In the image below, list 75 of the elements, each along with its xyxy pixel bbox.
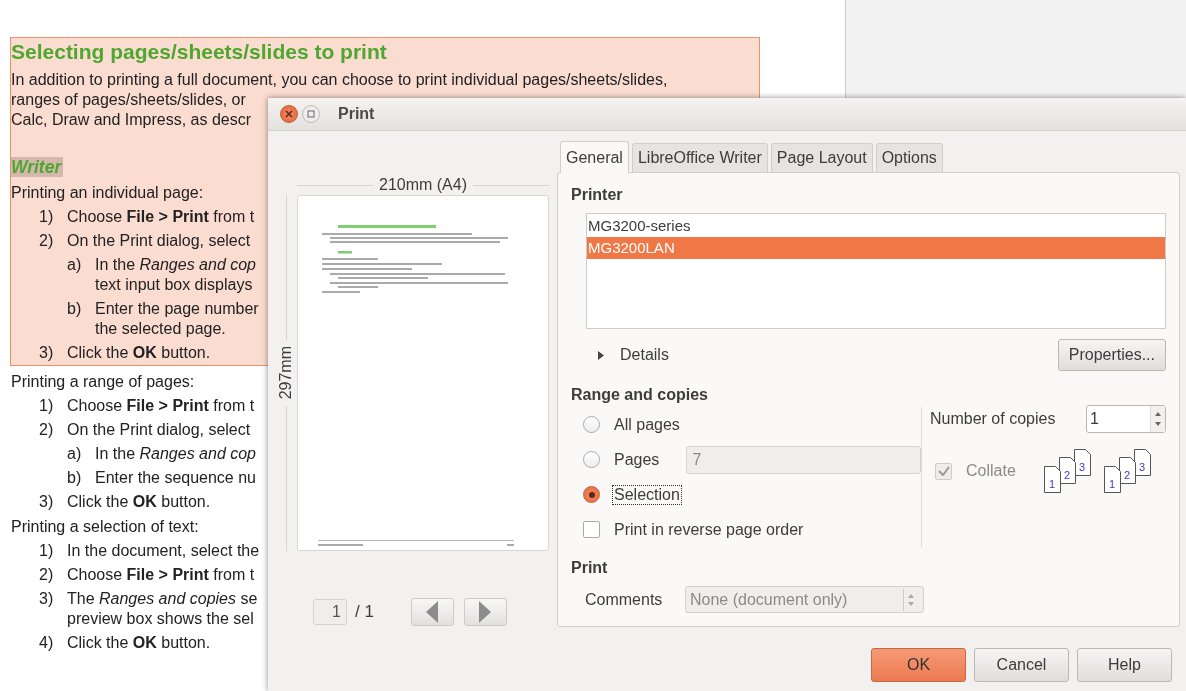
text-line: In addition to printing a full document, you can choose to print individual pages/sheets/slides,: [11, 70, 668, 90]
page-width-dimension: 210mm (A4): [297, 175, 549, 195]
subheading: Writer: [11, 157, 64, 177]
spin-arrows-icon: [1150, 406, 1165, 432]
spin-arrows-icon: [903, 588, 917, 611]
checkbox-label[interactable]: Print in reverse page order: [612, 519, 806, 540]
maximize-icon: [307, 110, 315, 118]
list-item-text: Click the OK button.: [67, 492, 211, 512]
list-item-text: On the Print dialog, select: [67, 231, 251, 251]
copies-spin-field[interactable]: 1: [1086, 405, 1166, 433]
page-height-label: 297mm: [277, 345, 295, 402]
previous-page-button[interactable]: [410, 598, 454, 626]
section-heading: Range and copies: [571, 385, 709, 405]
list-number: a): [67, 255, 83, 275]
list-number: 1): [39, 396, 55, 416]
radio-button[interactable]: [583, 486, 600, 503]
tab[interactable]: LibreOffice Writer: [631, 143, 768, 172]
window-title: Print: [338, 105, 375, 123]
page-count: / 1: [355, 602, 374, 622]
paragraph: Printing an individual page:: [11, 183, 204, 203]
option-label[interactable]: Selection: [612, 484, 682, 505]
list-number: b): [67, 468, 83, 488]
list-item-text: Enter the sequence nu: [95, 468, 256, 488]
details-expander[interactable]: Details: [598, 346, 669, 364]
list-number: 2): [39, 565, 55, 585]
radio-button[interactable]: [583, 416, 600, 433]
list-number: 2): [39, 420, 55, 440]
dialog-button[interactable]: OK: [871, 648, 966, 682]
close-icon: [285, 110, 293, 118]
label: Comments: [585, 590, 664, 609]
list-number: 3): [39, 492, 55, 512]
list-item-text: On the Print dialog, select: [67, 420, 251, 440]
list-number: 1): [39, 207, 55, 227]
section-heading: Printer: [571, 185, 624, 205]
paragraph: Printing a range of pages:: [11, 372, 195, 392]
section-heading: Print: [571, 558, 609, 578]
heading: Selecting pages/sheets/slides to print: [11, 39, 388, 65]
list-item-text: In the Ranges and cop: [95, 444, 256, 464]
list-item-text: In the document, select the: [67, 541, 260, 561]
tab[interactable]: General: [560, 141, 629, 173]
option-label[interactable]: All pages: [612, 414, 682, 435]
tab[interactable]: Page Layout: [770, 143, 873, 172]
list-item-text: Choose File > Print from t: [67, 207, 255, 227]
expander-triangle-icon: [598, 350, 604, 360]
tab[interactable]: Options: [875, 143, 943, 172]
label: Number of copies: [930, 410, 1056, 428]
next-page-button[interactable]: [463, 598, 507, 626]
list-number: 4): [39, 633, 55, 653]
list-item-text: In the Ranges and cop text input box displays: [95, 255, 256, 295]
option-label[interactable]: Pages: [612, 449, 662, 470]
list-number: 1): [39, 541, 55, 561]
checkmark-icon: [937, 466, 950, 476]
list-number: 3): [39, 589, 55, 609]
left-triangle-icon: [426, 601, 439, 623]
printer-item[interactable]: MG3200-series: [587, 215, 1165, 237]
checkbox[interactable]: [583, 521, 600, 538]
list-number: 2): [39, 231, 55, 251]
close-button[interactable]: [280, 105, 298, 123]
list-item-text: Enter the page number the selected page.: [95, 299, 259, 339]
dialog-button[interactable]: Cancel: [974, 648, 1069, 682]
list-number: b): [67, 299, 83, 319]
dialog-button[interactable]: Help: [1077, 648, 1172, 682]
paragraph: Printing a selection of text:: [11, 517, 199, 537]
text-line: Calc, Draw and Impress, as descr: [11, 110, 252, 130]
list-number: 3): [39, 343, 55, 363]
list-item-text: Choose File > Print from t: [67, 396, 255, 416]
list-number: a): [67, 444, 83, 464]
radio-button[interactable]: [583, 451, 600, 468]
list-item-text: Click the OK button.: [67, 633, 211, 653]
list-item-text: Choose File > Print from t: [67, 565, 255, 585]
list-item-text: Click the OK button.: [67, 343, 211, 363]
properties-button[interactable]: Properties...: [1057, 339, 1166, 371]
page-number-field[interactable]: 1: [313, 599, 347, 625]
text-line: ranges of pages/sheets/slides, or: [11, 90, 246, 110]
right-triangle-icon: [479, 601, 492, 623]
